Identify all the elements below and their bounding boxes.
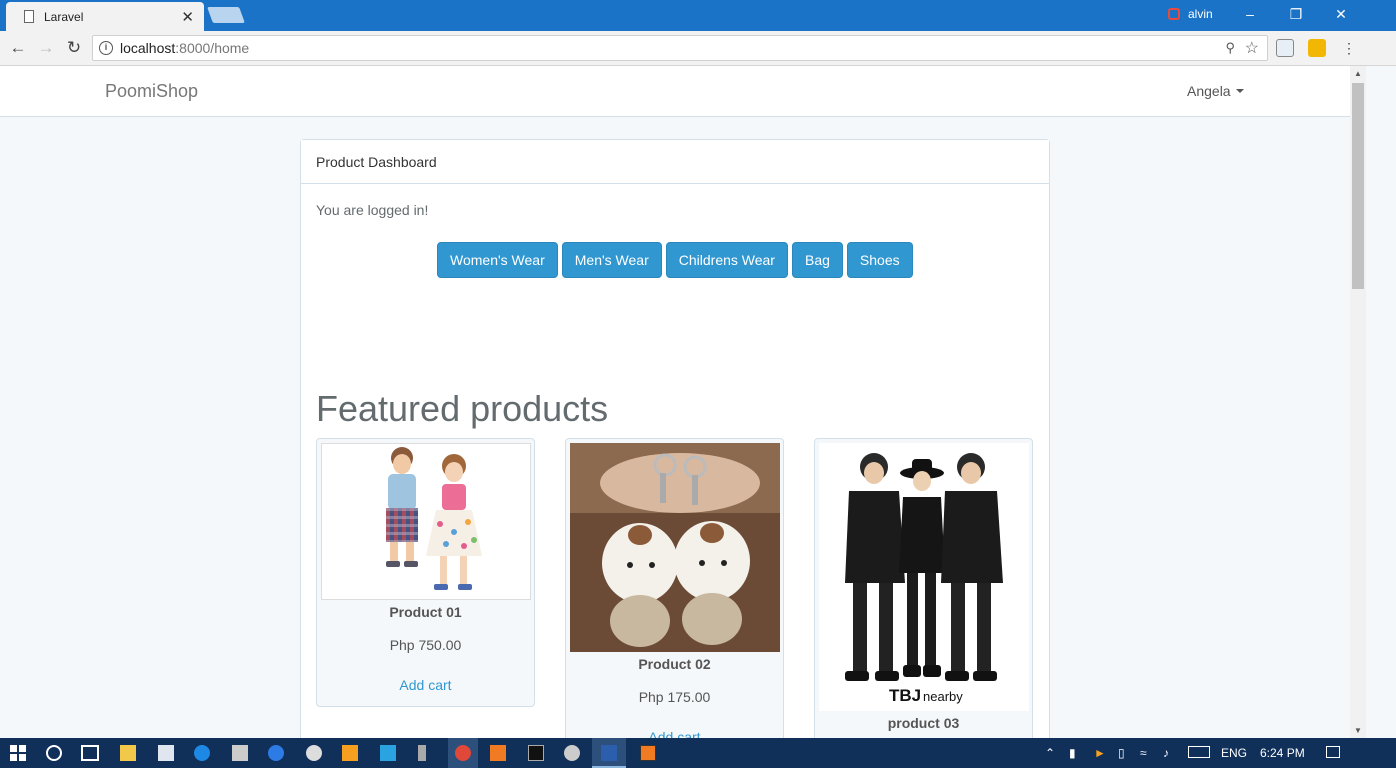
category-shoes-button[interactable]: Shoes (846, 242, 913, 278)
product-card: Product 02 Php 175.00 Add cart (565, 438, 784, 738)
clock[interactable]: 6:24 PM (1260, 746, 1305, 760)
page-viewport: PoomiShop Angela Product Dashboard You a… (0, 66, 1350, 738)
volume-app-icon[interactable] (418, 745, 426, 761)
product-price: Php 750.00 (389, 637, 462, 653)
extension-icon[interactable] (1276, 39, 1294, 57)
chrome-taskbar-slot[interactable] (448, 738, 478, 768)
git-icon[interactable] (564, 745, 580, 761)
product-image[interactable] (321, 443, 531, 600)
browser-tab[interactable]: Laravel ✕ (6, 2, 204, 31)
restore-button[interactable]: ❐ (1273, 0, 1319, 28)
browser-titlebar: Laravel ✕ alvin – ❐ ✕ (0, 0, 1396, 31)
add-cart-link[interactable]: Add cart (566, 729, 783, 738)
product-name: product 03 (887, 715, 960, 731)
minimize-button[interactable]: – (1227, 0, 1273, 28)
xampp-icon[interactable] (490, 745, 506, 761)
windows-taskbar: ⌃ ▮ ► ▯ ≈ ♪ ENG 6:24 PM (0, 738, 1396, 768)
browser-menu-icon[interactable]: ⋮ (1338, 37, 1360, 59)
login-status: You are logged in! (316, 202, 429, 218)
address-bar[interactable]: i localhost :8000/home ⚲ ☆ (92, 35, 1268, 61)
product-name: Product 02 (638, 656, 711, 672)
usb-icon[interactable]: ▯ (1118, 746, 1125, 760)
category-childrens-wear-button[interactable]: Childrens Wear (665, 242, 788, 278)
featured-title: Featured products (316, 388, 609, 429)
profile-name: alvin (1188, 7, 1213, 21)
fashion-image: TBJ nearby (819, 443, 1029, 711)
product-image[interactable] (570, 443, 780, 652)
page-scrollbar[interactable]: ▲ ▼ (1350, 66, 1366, 738)
back-button[interactable]: ← (7, 37, 29, 59)
tray-chevron-icon[interactable]: ⌃ (1045, 746, 1055, 760)
file-explorer-icon[interactable] (120, 745, 136, 761)
product-name: Product 01 (389, 604, 462, 620)
media-player-icon[interactable] (342, 745, 358, 761)
store-icon[interactable] (158, 745, 174, 761)
bookmark-star-icon[interactable]: ☆ (1245, 38, 1259, 58)
product-card: TBJ nearby product 03 (814, 438, 1033, 738)
password-key-icon[interactable]: ⚲ (1225, 40, 1235, 56)
word-icon (601, 745, 617, 761)
new-tab-button[interactable] (207, 7, 245, 23)
notifications-icon[interactable] (1326, 746, 1340, 758)
user-name: Angela (1187, 83, 1231, 99)
tab-title: Laravel (44, 9, 84, 24)
wifi-icon[interactable]: ≈ (1140, 746, 1147, 760)
browser-toolbar: ← → ↻ i localhost :8000/home ⚲ ☆ ⋮ (0, 31, 1396, 66)
speaker-warning-icon[interactable]: ► (1094, 746, 1106, 760)
cortana-icon[interactable] (46, 745, 62, 761)
site-info-icon[interactable]: i (99, 41, 113, 55)
forward-button[interactable]: → (35, 37, 57, 59)
scrollbar-thumb[interactable] (1352, 83, 1364, 289)
battery-icon[interactable]: ▮ (1069, 746, 1076, 760)
camera-icon[interactable] (380, 745, 396, 761)
close-window-button[interactable]: ✕ (1318, 0, 1364, 28)
tab-close-icon[interactable]: ✕ (181, 8, 194, 26)
caret-down-icon (1235, 89, 1244, 93)
url-host: localhost (120, 40, 176, 56)
messenger-icon[interactable] (268, 745, 284, 761)
category-buttons: Women's Wear Men's Wear Childrens Wear B… (437, 242, 913, 278)
panel-heading: Product Dashboard (301, 140, 1049, 184)
dashboard-panel: Product Dashboard You are logged in! Wom… (300, 139, 1050, 738)
category-mens-wear-button[interactable]: Men's Wear (561, 242, 662, 278)
kids-image (322, 444, 530, 599)
brand-logo-text: TBJ (889, 686, 921, 705)
task-view-icon[interactable] (81, 745, 99, 761)
keyboard-icon[interactable] (1188, 746, 1210, 758)
keychain-image (570, 443, 780, 652)
product-card: Product 01 Php 750.00 Add cart (316, 438, 535, 707)
scroll-down-icon[interactable]: ▼ (1354, 726, 1362, 735)
product-image[interactable]: TBJ nearby (819, 443, 1029, 711)
volume-icon[interactable]: ♪ (1163, 746, 1169, 760)
chrome-icon (455, 745, 471, 761)
user-dropdown[interactable]: Angela (1187, 83, 1244, 99)
windows-start-icon[interactable] (10, 745, 26, 761)
word-taskbar-slot[interactable] (592, 738, 626, 768)
cmd-icon[interactable] (528, 745, 544, 761)
language-indicator[interactable]: ENG (1221, 746, 1247, 760)
profile-icon (1168, 8, 1180, 20)
brand-link[interactable]: PoomiShop (105, 81, 198, 102)
product-price: Php 175.00 (638, 689, 711, 705)
app-navbar: PoomiShop Angela (0, 66, 1350, 117)
scroll-up-icon[interactable]: ▲ (1354, 69, 1362, 78)
category-bag-button[interactable]: Bag (791, 242, 843, 278)
url-path: :8000/home (175, 40, 250, 56)
reload-button[interactable]: ↻ (63, 37, 85, 59)
profile-button[interactable]: alvin (1168, 7, 1213, 21)
category-womens-wear-button[interactable]: Women's Wear (437, 242, 558, 278)
add-cart-link[interactable]: Add cart (317, 677, 534, 693)
document-icon (24, 10, 34, 23)
sublime-icon[interactable] (640, 745, 656, 761)
download-extension-icon[interactable] (1308, 39, 1326, 57)
paint-icon[interactable] (306, 745, 322, 761)
brand-logo-subtext: nearby (923, 689, 963, 704)
edge-icon[interactable] (194, 745, 210, 761)
calculator-icon[interactable] (232, 745, 248, 761)
